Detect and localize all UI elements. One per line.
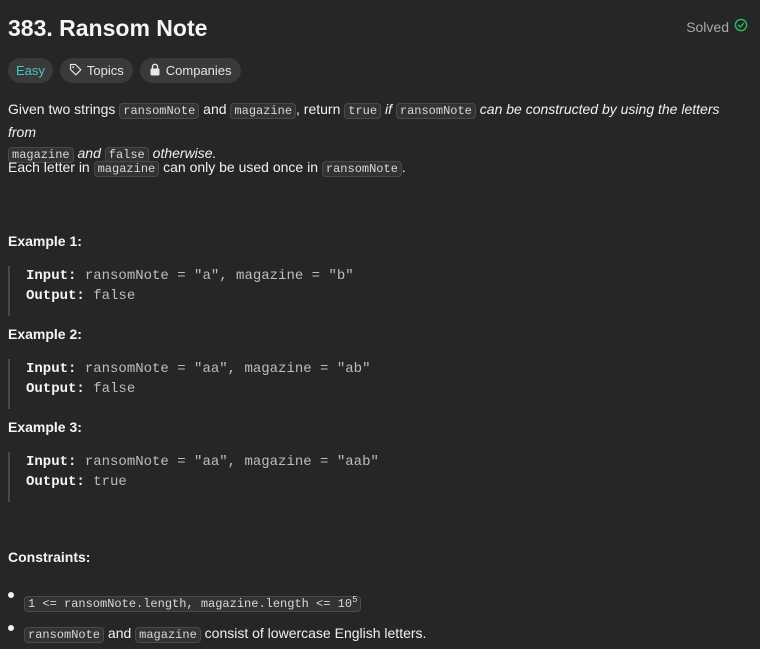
example-output: Output: false [10,379,570,399]
example-heading: Example 3: [8,419,82,435]
inline-code: magazine [230,103,297,119]
input-label: Input: [26,361,77,377]
lock-icon [149,63,161,79]
constraint-text: ransomNote and magazine consist of lower… [24,623,426,646]
topics-button[interactable]: Topics [59,58,133,83]
input-label: Input: [26,454,77,470]
example-output: Output: false [10,286,570,306]
output-label: Output: [26,381,85,397]
example-heading: Example 2: [8,326,82,342]
example-heading: Example 1: [8,233,82,249]
tag-icon [69,63,82,79]
output-label: Output: [26,474,85,490]
example-input: Input: ransomNote = "aa", magazine = "aa… [10,452,570,472]
difficulty-badge: Easy [8,58,53,83]
inline-code: ransomNote [395,103,476,119]
description-paragraph-2: Each letter in magazine can only be used… [8,157,748,180]
example-block: Input: ransomNote = "aa", magazine = "aa… [8,452,570,502]
constraints-heading: Constraints: [8,549,91,565]
companies-button[interactable]: Companies [139,58,241,83]
inline-code: 1 <= ransomNote.length, magazine.length … [24,595,362,612]
companies-label: Companies [165,63,232,78]
check-circle-icon [734,17,748,37]
constraint-item: ransomNote and magazine consist of lower… [8,625,748,646]
text: , return [296,101,345,117]
constraint-code: 1 <= ransomNote.length, magazine.length … [28,597,353,611]
example-block: Input: ransomNote = "aa", magazine = "ab… [8,359,570,409]
constraint-text: 1 <= ransomNote.length, magazine.length … [24,590,362,615]
inline-code: true [344,103,382,119]
title-row: 383. Ransom Note Solved [8,13,748,43]
superscript: 5 [352,595,358,605]
description-paragraph-1: Given two strings ransomNote and magazin… [8,99,748,166]
output-value: true [84,474,127,490]
difficulty-label: Easy [16,63,45,78]
text: . [401,159,406,175]
example-output: Output: true [10,472,570,492]
text: consist of lowercase English letters. [200,625,427,641]
topics-label: Topics [86,63,124,78]
output-value: false [84,381,136,397]
input-value: ransomNote = "aa", magazine = "ab" [76,361,371,377]
tag-row: Easy Topics Companies [8,58,241,83]
solved-status: Solved [686,17,748,37]
constraint-item: 1 <= ransomNote.length, magazine.length … [8,592,748,613]
text: and [199,101,231,117]
inline-code: ransomNote [119,103,200,119]
bullet [8,592,14,598]
output-label: Output: [26,288,85,304]
inline-code: magazine [93,161,160,177]
example-block: Input: ransomNote = "a", magazine = "b" … [8,266,570,316]
inline-code: ransomNote [321,161,402,177]
text: and [104,625,136,641]
text: can only be used once in [159,159,322,175]
input-value: ransomNote = "aa", magazine = "aab" [76,454,379,470]
text: if [381,101,396,117]
text: Given two strings [8,101,120,117]
inline-code: ransomNote [24,627,105,643]
inline-code: magazine [135,627,201,643]
solved-label: Solved [686,19,729,35]
bullet [8,625,14,631]
output-value: false [84,288,136,304]
input-value: ransomNote = "a", magazine = "b" [76,268,354,284]
text: Each letter in [8,159,94,175]
example-input: Input: ransomNote = "aa", magazine = "ab… [10,359,570,379]
problem-title[interactable]: 383. Ransom Note [8,13,207,43]
input-label: Input: [26,268,77,284]
example-input: Input: ransomNote = "a", magazine = "b" [10,266,570,286]
